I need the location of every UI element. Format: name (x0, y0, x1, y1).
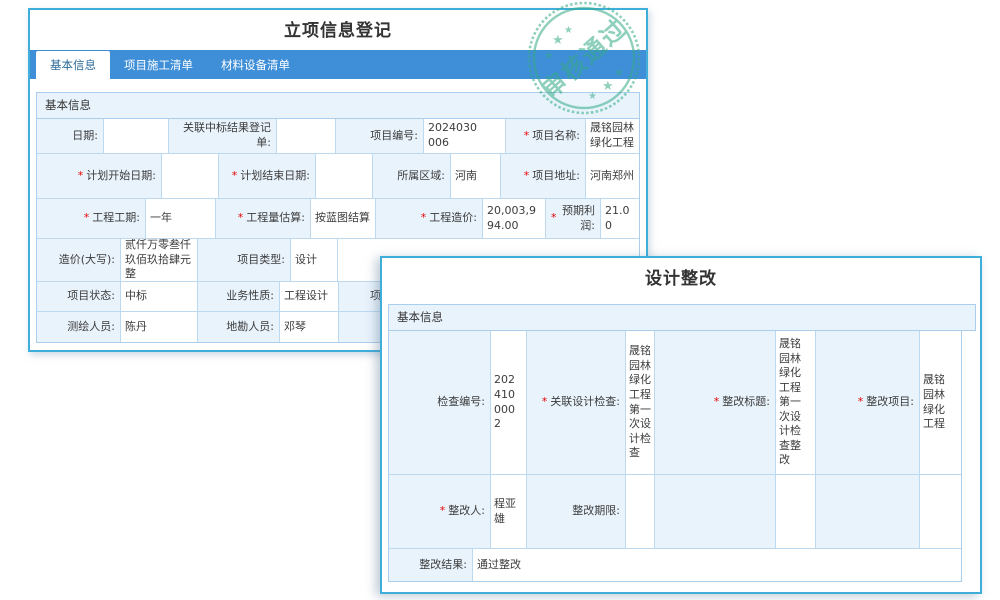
form-row: 日期: 关联中标结果登记单: 项目编号: 2024030006 *项目名称: 晟… (37, 119, 639, 154)
form-row: *工程工期: 一年 *工程量估算: 按蓝图结算 *工程造价: 20,003,99… (37, 199, 639, 239)
field-business-label: 业务性质: (198, 282, 280, 311)
form-row: *整改人: 程亚雄 整改期限: (389, 475, 961, 549)
field-rect-result-label: 整改结果: (389, 549, 473, 581)
required-star: * (542, 395, 548, 410)
tab-bar: 基本信息 项目施工清单 材料设备清单 (30, 50, 646, 79)
field-plan-start-label: *计划开始日期: (37, 154, 162, 198)
field-plan-end-value (316, 154, 373, 198)
form-row: 整改结果: 通过整改 (389, 549, 961, 581)
field-date-label: 日期: (37, 119, 104, 153)
tab-material-equipment-list[interactable]: 材料设备清单 (207, 50, 304, 79)
field-rect-deadline-label: 整改期限: (527, 475, 626, 548)
field-rect-title-label: *整改标题: (655, 331, 776, 474)
tab-basic-info[interactable]: 基本信息 (36, 51, 110, 79)
field-cost-label: *工程造价: (376, 199, 483, 238)
field-status-label: 项目状态: (37, 282, 121, 311)
field-bid-link-label: 关联中标结果登记单: (169, 119, 277, 153)
field-project-no-value: 2024030006 (424, 119, 506, 153)
field-design-check-value: 晟铭园林绿化工程第一次设计检查 (626, 331, 655, 474)
section-header-basic-info: 基本信息 (36, 92, 640, 119)
field-quantity-est-value: 按蓝图结算 (311, 199, 376, 238)
field-plan-start-value (162, 154, 219, 198)
required-star: * (551, 211, 557, 226)
field-design-check-label: *关联设计检查: (527, 331, 626, 474)
field-status-value: 中标 (121, 282, 198, 311)
field-region-label: 所属区域: (373, 154, 451, 198)
field-type-value: 设计 (291, 239, 338, 281)
field-address-label: *项目地址: (501, 154, 586, 198)
field-cost-words-value: 贰仟万零叁仟玖佰玖拾肆元整 (121, 239, 198, 281)
field-project-no-label: 项目编号: (336, 119, 424, 153)
empty-label-cell (655, 475, 776, 548)
field-bid-link-value (277, 119, 336, 153)
field-region-value: 河南 (451, 154, 501, 198)
empty-cell (776, 475, 816, 548)
field-duration-value: 一年 (146, 199, 216, 238)
required-star: * (78, 169, 84, 184)
empty-label-cell (816, 475, 920, 548)
required-star: * (440, 504, 446, 519)
field-plan-end-label: *计划结束日期: (219, 154, 316, 198)
field-project-name-value: 晟铭园林绿化工程 (586, 119, 639, 153)
field-address-value: 河南郑州 (586, 154, 639, 198)
field-quantity-est-label: *工程量估算: (216, 199, 311, 238)
required-star: * (524, 129, 530, 144)
required-star: * (524, 169, 530, 184)
section-header-basic-info: 基本信息 (388, 304, 976, 331)
required-star: * (238, 211, 244, 226)
page-title: 设计整改 (382, 269, 980, 289)
field-cost-value: 20,003,994.00 (483, 199, 546, 238)
design-rectification-window: 设计整改 基本信息 检查编号: 2024100002 *关联设计检查: 晟铭园林… (380, 256, 982, 594)
required-star: * (858, 395, 864, 410)
field-rect-result-value: 通过整改 (473, 549, 961, 581)
field-cost-words-label: 造价(大写): (37, 239, 121, 281)
field-profit-value: 21.00 (601, 199, 639, 238)
field-geo-value: 邓琴 (280, 312, 339, 342)
field-profit-label: *预期利润: (546, 199, 601, 238)
empty-cell (920, 475, 961, 548)
field-rect-person-label: *整改人: (389, 475, 491, 548)
field-geo-label: 地勘人员: (198, 312, 280, 342)
field-surveyor-value: 陈丹 (121, 312, 198, 342)
field-rect-project-label: *整改项目: (816, 331, 920, 474)
field-surveyor-label: 测绘人员: (37, 312, 121, 342)
field-date-value (104, 119, 169, 153)
field-check-no-label: 检查编号: (389, 331, 491, 474)
field-business-value: 工程设计 (280, 282, 339, 311)
required-star: * (714, 395, 720, 410)
form-row: *计划开始日期: *计划结束日期: 所属区域: 河南 *项目地址: 河南郑州 (37, 154, 639, 199)
tab-construction-list[interactable]: 项目施工清单 (110, 50, 207, 79)
rectification-form-table: 检查编号: 2024100002 *关联设计检查: 晟铭园林绿化工程第一次设计检… (388, 331, 962, 582)
field-rect-person-value: 程亚雄 (491, 475, 527, 548)
required-star: * (421, 211, 427, 226)
field-project-name-label: *项目名称: (506, 119, 586, 153)
field-type-label: 项目类型: (198, 239, 291, 281)
required-star: * (84, 211, 90, 226)
field-check-no-value: 2024100002 (491, 331, 527, 474)
field-rect-title-value: 晟铭园林绿化工程第一次设计检查整改 (776, 331, 816, 474)
form-row: 检查编号: 2024100002 *关联设计检查: 晟铭园林绿化工程第一次设计检… (389, 331, 961, 475)
page-title: 立项信息登记 (30, 21, 646, 41)
field-rect-project-value: 晟铭园林绿化工程 (920, 331, 961, 474)
required-star: * (232, 169, 238, 184)
field-rect-deadline-value (626, 475, 655, 548)
field-duration-label: *工程工期: (37, 199, 146, 238)
